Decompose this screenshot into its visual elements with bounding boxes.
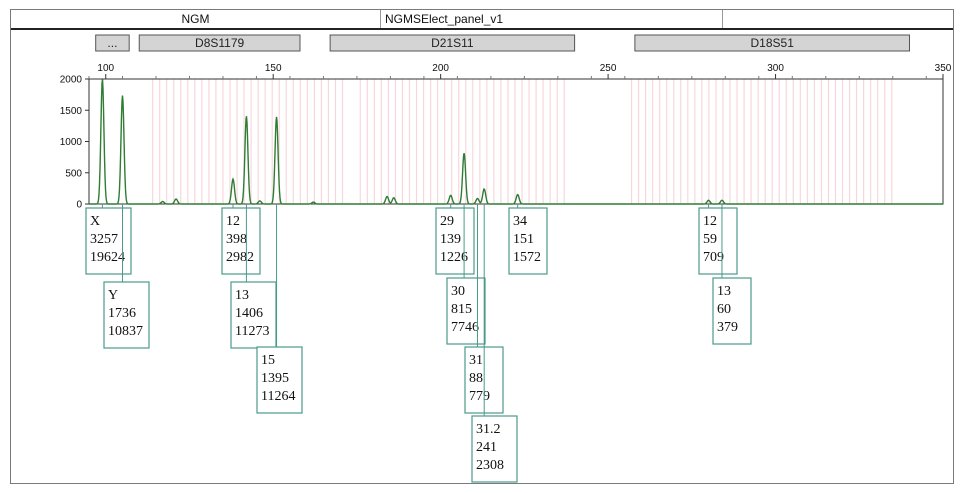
x-tick-label: 150 xyxy=(265,63,282,74)
allele-label: 34 xyxy=(513,214,527,229)
allele-label: Y xyxy=(108,288,118,303)
peak-height-label: 88 xyxy=(469,371,483,386)
x-tick-label: 250 xyxy=(600,63,617,74)
allele-label: 13 xyxy=(717,284,731,299)
allele-label: 31.2 xyxy=(476,422,501,437)
peak-area-label: 2308 xyxy=(476,458,504,473)
peak-area-label: 11273 xyxy=(235,324,269,339)
peak-height-label: 3257 xyxy=(90,232,118,247)
x-tick-label: 300 xyxy=(767,63,784,74)
peak-area-label: 779 xyxy=(469,389,490,404)
peak-area-label: 7746 xyxy=(451,320,479,335)
y-tick-label: 1000 xyxy=(60,137,83,148)
x-tick-label: 100 xyxy=(97,63,114,74)
marker-label: D18S51 xyxy=(751,36,795,50)
allele-label: 15 xyxy=(261,353,275,368)
peak-height-label: 1395 xyxy=(261,371,289,386)
allele-label: 30 xyxy=(451,284,465,299)
y-tick-label: 2000 xyxy=(60,75,83,86)
peak-area-label: 19624 xyxy=(90,250,125,265)
peak-height-label: 815 xyxy=(451,302,472,317)
peak-height-label: 241 xyxy=(476,440,497,455)
marker-more-label[interactable]: ... xyxy=(107,36,117,50)
peak-area-label: 1572 xyxy=(513,250,541,265)
allele-label: 12 xyxy=(703,214,717,229)
y-tick-label: 0 xyxy=(76,200,82,211)
peak-height-label: 151 xyxy=(513,232,534,247)
y-tick-label: 1500 xyxy=(60,106,83,117)
peak-area-label: 379 xyxy=(717,320,738,335)
peak-height-label: 139 xyxy=(440,232,461,247)
allele-label: 13 xyxy=(235,288,249,303)
marker-label: D8S1179 xyxy=(195,36,244,50)
peak-height-label: 1406 xyxy=(235,306,263,321)
allele-label: 31 xyxy=(469,353,483,368)
allele-label: 12 xyxy=(226,214,240,229)
peak-area-label: 2982 xyxy=(226,250,254,265)
electropherogram-chart: ... D8S1179 D21S11 D18S51100 150 200 250 300 350… xyxy=(60,34,952,483)
y-tick-label: 500 xyxy=(65,168,82,179)
allele-label: X xyxy=(90,214,100,229)
peak-area-label: 11264 xyxy=(261,389,295,404)
peak-height-label: 60 xyxy=(717,302,731,317)
peak-height-label: 398 xyxy=(226,232,247,247)
allele-label: 29 xyxy=(440,214,454,229)
peak-area-label: 10837 xyxy=(108,324,143,339)
electropherogram-frame: NGM NGMSElect_panel_v1 ... D8S1179 D21S11 D… xyxy=(10,9,954,484)
peak-height-label: 1736 xyxy=(108,306,136,321)
x-tick-label: 200 xyxy=(432,63,449,74)
x-tick-label: 350 xyxy=(935,63,952,74)
marker-label: D21S11 xyxy=(431,36,474,50)
peak-area-label: 709 xyxy=(703,250,724,265)
peak-height-label: 59 xyxy=(703,232,717,247)
